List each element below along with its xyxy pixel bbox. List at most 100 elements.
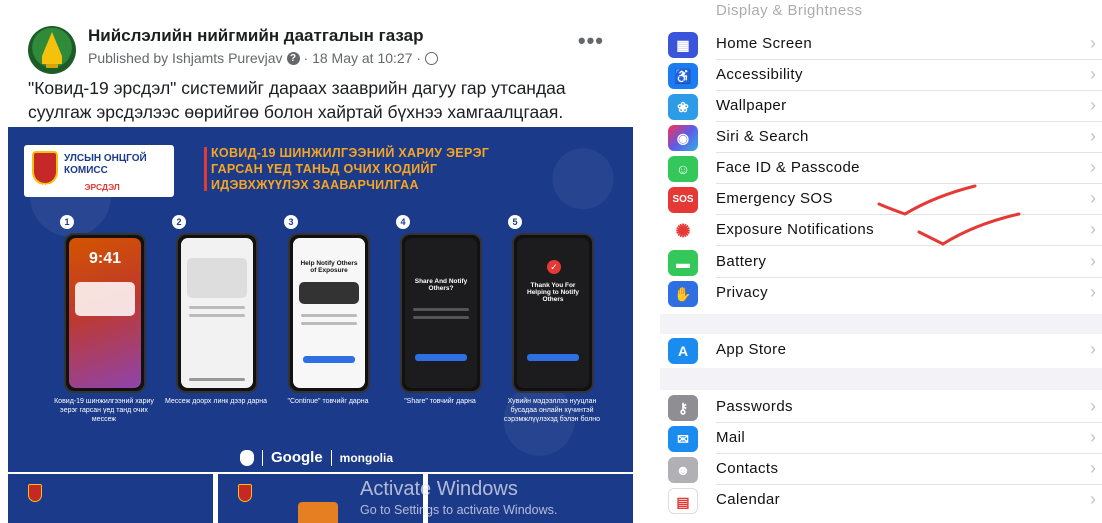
page-name[interactable]: Нийслэлийн нийгмийн даатгалын газар xyxy=(88,26,423,46)
brand-logos: Google mongolia xyxy=(240,449,393,466)
settings-row-battery[interactable]: ▬ Battery › xyxy=(660,247,1102,278)
step-number: 4 xyxy=(396,215,410,229)
infographic-headline: КОВИД-19 ШИНЖИЛГЭЭНИЙ ХАРИУ ЭЕРЭГ ГАРСАН… xyxy=(211,146,490,192)
settings-row-accessibility[interactable]: ♿ Accessibility › xyxy=(660,60,1102,91)
phone-mockup xyxy=(176,233,258,393)
calendar-icon: ▤ xyxy=(668,488,698,514)
step-caption: "Share" товчийг дарна xyxy=(404,398,476,405)
settings-row-app-store[interactable]: A App Store › xyxy=(660,335,1102,366)
chevron-right-icon: › xyxy=(1090,33,1096,53)
settings-row-mail[interactable]: ✉ Mail › xyxy=(660,423,1102,454)
settings-row-siri[interactable]: ◉ Siri & Search › xyxy=(660,122,1102,153)
step-number: 5 xyxy=(508,215,522,229)
step-number: 3 xyxy=(284,215,298,229)
thumbnail-2[interactable] xyxy=(218,474,423,523)
chevron-right-icon: › xyxy=(1090,282,1096,302)
lock-screen-time: 9:41 xyxy=(88,250,122,267)
chevron-right-icon: › xyxy=(1090,64,1096,84)
page-avatar[interactable] xyxy=(28,26,76,74)
settings-row-emergency-sos[interactable]: SOS Emergency SOS › xyxy=(660,184,1102,215)
post-meta: Published by Ishjamts Purevjav ? · 18 Ma… xyxy=(88,50,439,66)
org-subtitle: КОВИД-19 ЭРСДЭЛ СИСТЕМ xyxy=(39,182,159,192)
continue-button-mock xyxy=(303,356,355,363)
step-1: 1 9:41 Ковид-19 шинжилгээний хариу эерэг… xyxy=(52,215,156,425)
settings-row-display[interactable]: Display & Brightness xyxy=(660,0,1102,27)
thumbnail-3[interactable] xyxy=(428,474,633,523)
step-4: 4 Share And Notify Others? "Share" товчи… xyxy=(388,215,492,425)
settings-row-home-screen[interactable]: ▦ Home Screen › xyxy=(660,29,1102,60)
chevron-right-icon: › xyxy=(1090,157,1096,177)
screen-title: Thank You For Helping to Notify Others xyxy=(527,282,579,303)
info-icon[interactable]: ? xyxy=(286,51,300,65)
apple-logo-icon xyxy=(240,449,254,466)
post-image[interactable]: УЛСЫН ОНЦГОЙ КОМИСС КОВИД-19 ЭРСДЭЛ СИСТ… xyxy=(8,127,633,472)
chevron-right-icon: › xyxy=(1090,251,1096,271)
settings-row-passwords[interactable]: ⚷ Passwords › xyxy=(660,392,1102,423)
post-header: Нийслэлийн нийгмийн даатгалын газар Publ… xyxy=(28,22,618,74)
exposure-icon: ✺ xyxy=(668,218,698,244)
share-button-mock xyxy=(415,354,467,361)
settings-row-exposure-notifications[interactable]: ✺ Exposure Notifications › xyxy=(660,215,1102,246)
chevron-right-icon: › xyxy=(1090,219,1096,239)
checkmark-icon: ✓ xyxy=(547,260,561,274)
mongolia-logo: mongolia xyxy=(339,450,394,465)
post-date[interactable]: · 18 May at 10:27 · xyxy=(304,50,422,66)
info-card xyxy=(299,282,359,304)
message-bubble xyxy=(187,258,247,298)
settings-group-store: A App Store › xyxy=(660,334,1102,368)
step-caption: Хувийн мэдээллээ нууцлан бусадаа онлайн … xyxy=(503,398,601,423)
screen-title: Share And Notify Others? xyxy=(414,278,468,292)
app-store-icon: A xyxy=(668,338,698,364)
settings-group-general: Display & Brightness ▦ Home Screen › ♿ A… xyxy=(660,0,1102,314)
settings-row-privacy[interactable]: ✋ Privacy › xyxy=(660,278,1102,309)
settings-row-contacts[interactable]: ☻ Contacts › xyxy=(660,454,1102,485)
phone-mockup: Help Notify Others of Exposure xyxy=(288,233,370,393)
sos-icon: SOS xyxy=(668,187,698,213)
org-name: УЛСЫН ОНЦГОЙ КОМИСС xyxy=(64,153,147,176)
chevron-right-icon: › xyxy=(1090,396,1096,416)
settings-group-apps: ⚷ Passwords › ✉ Mail › ☻ Contacts › ▤ Ca… xyxy=(660,390,1102,523)
contacts-icon: ☻ xyxy=(668,457,698,483)
key-icon: ⚷ xyxy=(668,395,698,421)
accessibility-icon: ♿ xyxy=(668,63,698,89)
screen-title: Help Notify Others of Exposure xyxy=(300,260,358,274)
chevron-right-icon: › xyxy=(1090,339,1096,359)
google-logo: Google xyxy=(271,449,323,466)
settings-row-wallpaper[interactable]: ❀ Wallpaper › xyxy=(660,91,1102,122)
step-caption: Мессеж доорх линк дээр дарна xyxy=(164,398,268,405)
phone-mockup: Share And Notify Others? xyxy=(400,233,482,393)
image-thumbnails xyxy=(8,472,633,523)
chevron-right-icon: › xyxy=(1090,427,1096,447)
step-caption: Ковид-19 шинжилгээний хариу эерэг гарсан… xyxy=(54,398,154,423)
step-3: 3 Help Notify Others of Exposure "Contin… xyxy=(276,215,380,425)
mail-icon: ✉ xyxy=(668,426,698,452)
siri-icon: ◉ xyxy=(668,125,698,151)
done-button-mock xyxy=(527,354,579,361)
settings-row-face-id[interactable]: ☺ Face ID & Passcode › xyxy=(660,153,1102,184)
step-5: 5 ✓ Thank You For Helping to Notify Othe… xyxy=(500,215,604,425)
globe-icon xyxy=(425,51,439,65)
phone-mockup: 9:41 xyxy=(64,233,146,393)
notification-bubble xyxy=(75,282,135,316)
steps-row: 1 9:41 Ковид-19 шинжилгээний хариу эерэг… xyxy=(52,215,612,425)
step-number: 1 xyxy=(60,215,74,229)
more-options-icon[interactable]: ••• xyxy=(578,28,604,54)
step-caption: "Continue" товчийг дарна xyxy=(287,398,369,405)
step-2: 2 Мессеж доорх линк дээр дарна xyxy=(164,215,268,425)
battery-icon: ▬ xyxy=(668,250,698,276)
ios-settings: Display & Brightness ▦ Home Screen › ♿ A… xyxy=(660,0,1102,523)
chevron-right-icon: › xyxy=(1090,489,1096,509)
wallpaper-icon: ❀ xyxy=(668,94,698,120)
privacy-hand-icon: ✋ xyxy=(668,281,698,307)
published-by[interactable]: Published by Ishjamts Purevjav xyxy=(88,50,283,66)
thumbnail-1[interactable] xyxy=(8,474,213,523)
chevron-right-icon: › xyxy=(1090,95,1096,115)
settings-row-calendar[interactable]: ▤ Calendar › xyxy=(660,485,1102,516)
post-text: "Ковид-19 эрсдэл" системийг дараах заавр… xyxy=(28,78,566,122)
chevron-right-icon: › xyxy=(1090,126,1096,146)
emblem-icon xyxy=(32,151,58,185)
chevron-right-icon: › xyxy=(1090,188,1096,208)
home-screen-icon: ▦ xyxy=(668,32,698,58)
phone-mockup: ✓ Thank You For Helping to Notify Others xyxy=(512,233,594,393)
chevron-right-icon: › xyxy=(1090,458,1096,478)
